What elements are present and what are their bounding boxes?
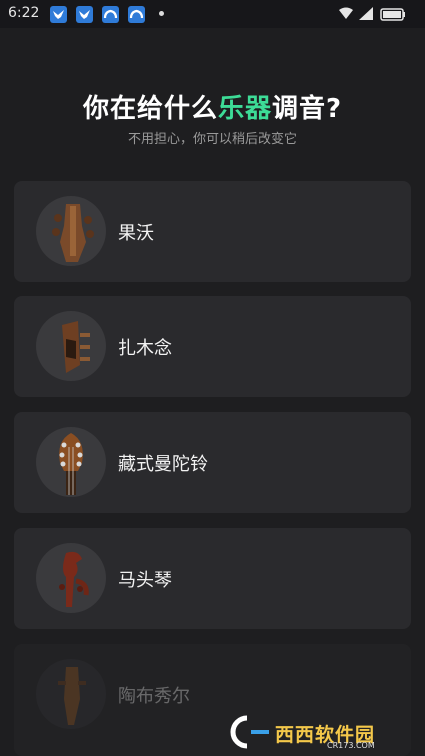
instrument-card-tibetan-mandolin[interactable]: 藏式曼陀铃 (14, 412, 411, 513)
more-notifications-dot (159, 11, 164, 16)
title-suffix: 调音? (271, 94, 343, 124)
status-time: 6:22 (8, 5, 40, 21)
title-prefix: 你在给什么 (82, 94, 218, 124)
cloud-app-icon (128, 6, 145, 23)
instrument-card-zhamunian[interactable]: 扎木念 (14, 296, 411, 397)
page-title: 你在给什么乐器调音? (0, 88, 425, 125)
instrument-label: 扎木念 (118, 338, 172, 359)
instrument-label: 藏式曼陀铃 (118, 454, 208, 475)
watermark-sub: CR173.COM (327, 741, 375, 750)
bird-app-icon (76, 6, 93, 23)
zhamunian-headstock-icon (36, 311, 106, 381)
cloud-app-icon (102, 6, 119, 23)
instrument-label: 马头琴 (118, 570, 172, 591)
tibetan-mandolin-headstock-icon (36, 427, 106, 497)
title-accent: 乐器 (217, 94, 272, 124)
system-status-icons (339, 7, 405, 21)
wifi-icon (339, 7, 353, 19)
watermark-logo-icon (230, 715, 269, 749)
signal-icon (359, 7, 373, 20)
status-bar: 6:22 (0, 0, 425, 28)
bird-app-icon (50, 6, 67, 23)
instrument-label: 果沃 (118, 223, 154, 244)
guowo-headstock-icon (36, 196, 106, 266)
instrument-card-morin-khuur[interactable]: 马头琴 (14, 528, 411, 629)
instrument-label: 陶布秀尔 (118, 686, 190, 707)
tovshuur-headstock-icon (36, 659, 106, 729)
morin-khuur-headstock-icon (36, 543, 106, 613)
instrument-card-guowo[interactable]: 果沃 (14, 181, 411, 282)
site-watermark: 西西软件园 CR173.COM (217, 714, 417, 750)
battery-icon (380, 8, 405, 21)
page-subtitle: 不用担心，你可以稍后改变它 (127, 132, 297, 147)
